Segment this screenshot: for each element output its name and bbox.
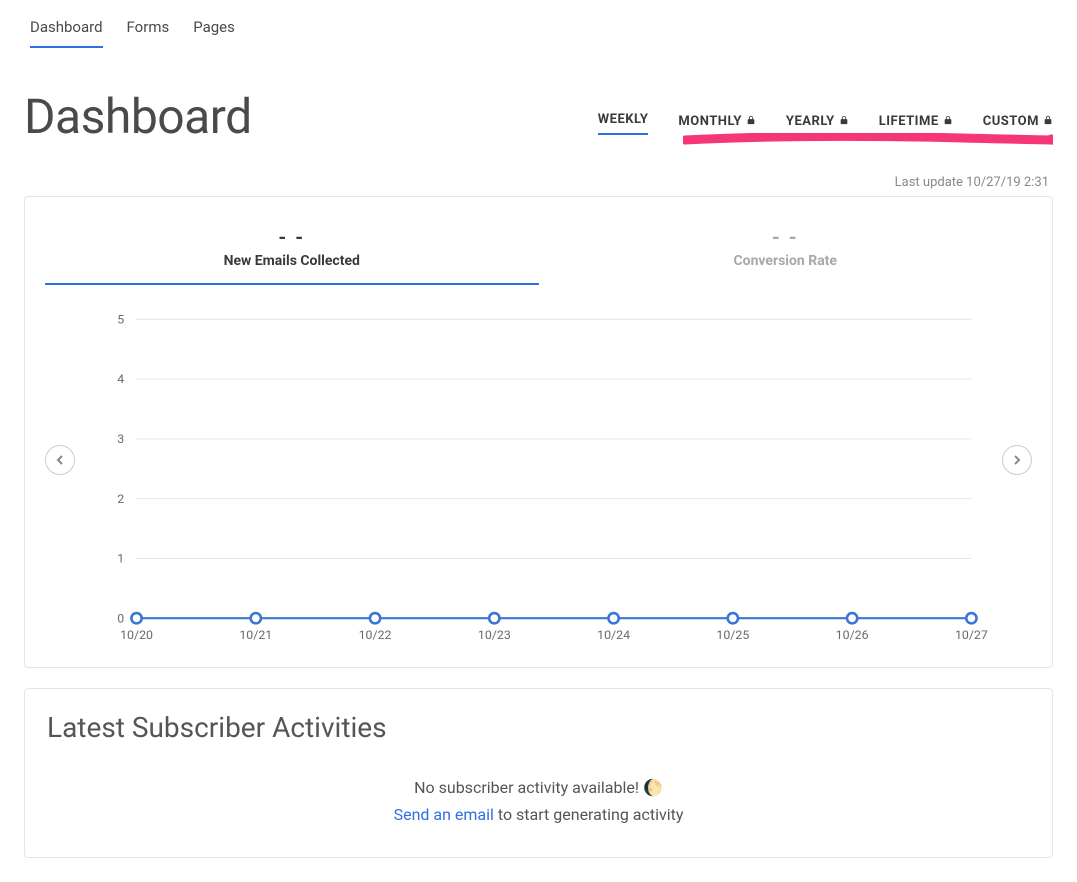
nav-forms[interactable]: Forms bbox=[127, 18, 170, 48]
stat-new-emails[interactable]: - - New Emails Collected bbox=[45, 217, 539, 285]
next-button[interactable] bbox=[1002, 445, 1032, 475]
svg-text:10/21: 10/21 bbox=[239, 629, 272, 643]
svg-text:3: 3 bbox=[117, 433, 124, 447]
range-weekly[interactable]: WEEKLY bbox=[598, 112, 649, 135]
svg-text:4: 4 bbox=[117, 373, 124, 387]
stat-conversion-rate[interactable]: - - Conversion Rate bbox=[539, 217, 1033, 285]
svg-text:1: 1 bbox=[117, 553, 124, 567]
chart: 0 1 2 3 4 5 10/20 10/21 10/22 10/23 10/24 10/25 10/2… bbox=[85, 309, 992, 649]
range-tabs: WEEKLY MONTHLY YEARLY LIFETIME CUSTOM bbox=[598, 112, 1053, 135]
moon-icon: 🌔 bbox=[643, 778, 663, 797]
annotation-highlight bbox=[598, 133, 1053, 145]
range-custom[interactable]: CUSTOM bbox=[983, 114, 1053, 135]
range-yearly[interactable]: YEARLY bbox=[786, 114, 849, 135]
lock-icon bbox=[746, 114, 756, 129]
stat-value: - - bbox=[45, 225, 539, 249]
nav-pages[interactable]: Pages bbox=[193, 18, 235, 48]
page-title: Dashboard bbox=[24, 88, 252, 145]
last-update: Last update 10/27/19 2:31 bbox=[24, 175, 1053, 190]
lock-icon bbox=[943, 114, 953, 129]
activity-hint: Send an email to start generating activi… bbox=[47, 801, 1030, 828]
range-monthly[interactable]: MONTHLY bbox=[678, 114, 755, 135]
svg-text:10/23: 10/23 bbox=[478, 629, 511, 643]
svg-text:2: 2 bbox=[117, 493, 124, 507]
svg-text:0: 0 bbox=[117, 612, 124, 626]
svg-text:10/25: 10/25 bbox=[716, 629, 749, 643]
prev-button[interactable] bbox=[45, 445, 75, 475]
nav-dashboard[interactable]: Dashboard bbox=[30, 18, 103, 48]
chart-panel: - - New Emails Collected - - Conversion … bbox=[24, 196, 1053, 668]
activities-panel: Latest Subscriber Activities No subscrib… bbox=[24, 688, 1053, 857]
no-activity-message: No subscriber activity available! 🌔 bbox=[47, 774, 1030, 801]
svg-text:10/26: 10/26 bbox=[836, 629, 869, 643]
activities-title: Latest Subscriber Activities bbox=[47, 711, 1030, 744]
stat-value: - - bbox=[539, 225, 1033, 249]
stat-label: Conversion Rate bbox=[539, 253, 1033, 269]
send-email-link[interactable]: Send an email bbox=[394, 805, 494, 824]
top-nav: Dashboard Forms Pages bbox=[24, 18, 1053, 52]
stat-label: New Emails Collected bbox=[45, 253, 539, 269]
lock-icon bbox=[1043, 114, 1053, 129]
lock-icon bbox=[839, 114, 849, 129]
range-lifetime[interactable]: LIFETIME bbox=[879, 114, 953, 135]
svg-text:10/24: 10/24 bbox=[597, 629, 630, 643]
svg-text:10/27: 10/27 bbox=[955, 629, 988, 643]
svg-text:10/20: 10/20 bbox=[120, 629, 153, 643]
svg-text:10/22: 10/22 bbox=[359, 629, 392, 643]
svg-text:5: 5 bbox=[117, 313, 124, 327]
